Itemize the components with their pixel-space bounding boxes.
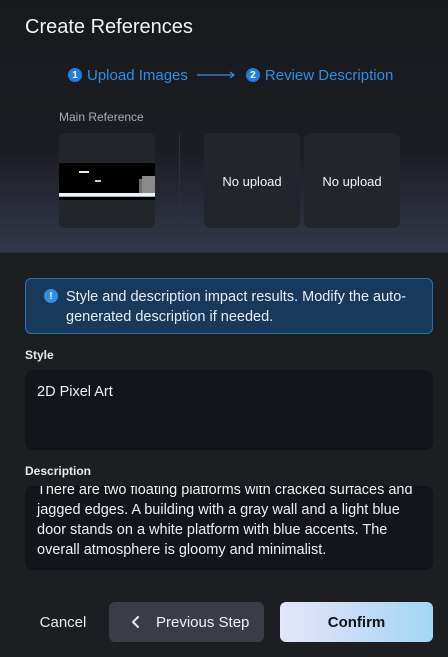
dialog-title: Create References [25,16,193,38]
reference-slot-2[interactable]: No upload [304,133,400,228]
step-label-review-description: Review Description [264,66,394,84]
description-value: There are two floating platforms with cr… [37,486,413,558]
arrow-right-icon [196,71,235,79]
style-input[interactable]: 2D Pixel Art [25,370,433,450]
step-upload-images[interactable]: 1 Upload Images [68,67,188,84]
step-number-1: 1 [68,68,82,82]
reference-divider [179,133,180,228]
description-textarea[interactable]: There are two floating platforms with cr… [25,486,433,570]
no-upload-label: No upload [322,174,382,189]
style-label: Style [25,348,54,362]
info-icon: ! [44,289,58,303]
confirm-button[interactable]: Confirm [280,602,433,642]
step-review-description[interactable]: 2 Review Description [245,66,394,84]
reference-slot-1[interactable]: No upload [204,133,300,228]
reference-image [59,133,155,228]
stepper: 1 Upload Images 2 Review Description [68,66,393,84]
create-references-dialog: Create References 1 Upload Images 2 Revi… [0,0,448,657]
description-label: Description [25,464,92,478]
main-reference-label: Main Reference [59,110,144,124]
previous-step-button[interactable]: Previous Step [109,602,264,642]
previous-step-label: Previous Step [156,613,250,631]
step-label-upload-images: Upload Images [87,66,188,84]
step-number-2: 2 [245,68,260,82]
info-banner: ! Style and description impact results. … [25,278,433,334]
style-value: 2D Pixel Art [37,384,113,400]
info-text: Style and description impact results. Mo… [66,289,407,325]
chevron-left-icon [132,616,139,628]
no-upload-label: No upload [222,174,282,189]
main-reference-thumbnail[interactable] [59,133,155,228]
cancel-button[interactable]: Cancel [33,602,93,642]
